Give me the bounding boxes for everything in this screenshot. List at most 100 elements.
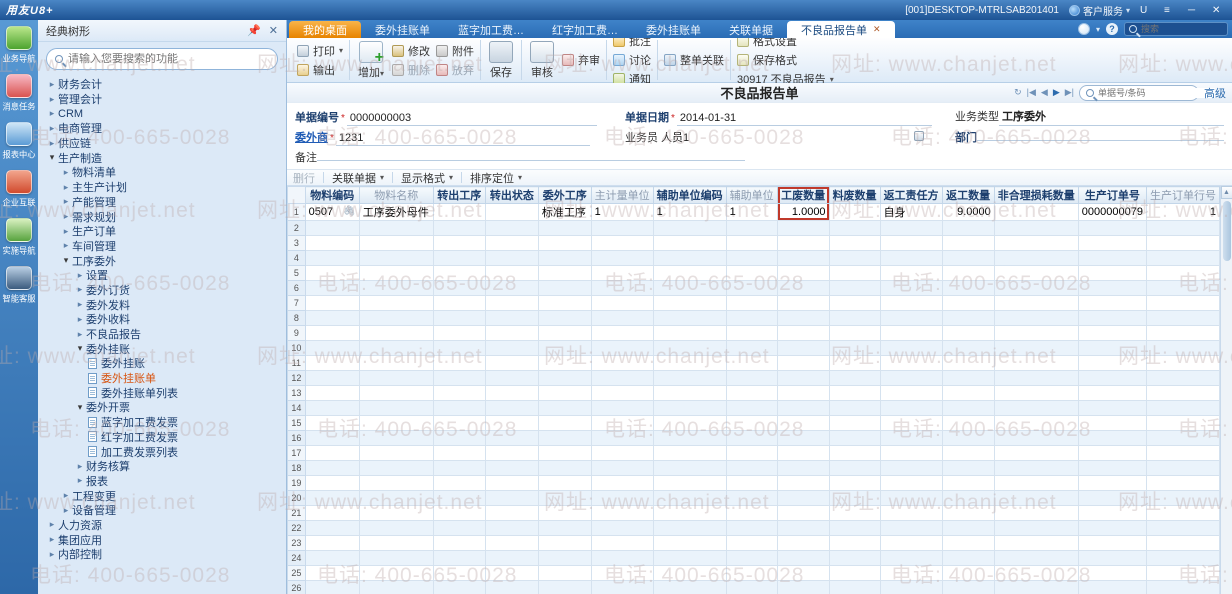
grid-cell[interactable]: 0000000079 bbox=[1077, 203, 1147, 221]
grid-cell[interactable] bbox=[652, 340, 727, 356]
table-row[interactable]: 13 bbox=[287, 385, 1220, 401]
grid-cell[interactable] bbox=[484, 310, 539, 326]
grid-cell[interactable] bbox=[941, 520, 995, 536]
scrollbar-thumb[interactable] bbox=[1222, 201, 1231, 261]
grid-cell[interactable] bbox=[484, 475, 539, 491]
modify-button[interactable]: 修改 bbox=[392, 43, 430, 59]
table-row[interactable]: 1 0507 🖇 工序委外母件 标准工序 1 1 1 1.0000 自身 9.0000 0000000… bbox=[287, 203, 1220, 221]
grid-cell[interactable] bbox=[358, 325, 434, 341]
grid-cell[interactable] bbox=[776, 535, 830, 551]
grid-cell[interactable] bbox=[941, 580, 995, 594]
grid-cell[interactable] bbox=[725, 370, 778, 386]
grid-cell[interactable] bbox=[725, 235, 778, 251]
grid-cell[interactable] bbox=[993, 340, 1079, 356]
grid-cell[interactable] bbox=[484, 550, 539, 566]
grid-cell[interactable] bbox=[776, 415, 830, 431]
chevron-right-icon[interactable]: ▸ bbox=[74, 299, 86, 310]
grid-cell[interactable] bbox=[941, 550, 995, 566]
grid-cell[interactable]: 0507 🖇 bbox=[304, 203, 360, 221]
chevron-right-icon[interactable]: ▸ bbox=[46, 549, 58, 560]
grid-cell[interactable] bbox=[941, 355, 995, 371]
table-row[interactable]: 24 bbox=[287, 550, 1220, 566]
grid-cell[interactable] bbox=[776, 250, 830, 266]
smiley-icon[interactable] bbox=[1077, 23, 1090, 35]
tree-item[interactable]: ▸ 车间管理 bbox=[46, 239, 286, 254]
grid-cell[interactable] bbox=[993, 430, 1079, 446]
grid-cell[interactable] bbox=[776, 280, 830, 296]
grid-cell[interactable] bbox=[652, 370, 727, 386]
grid-cell[interactable] bbox=[828, 460, 881, 476]
chevron-right-icon[interactable]: ▸ bbox=[60, 196, 72, 207]
tree-item[interactable]: ▾ 委外挂账 bbox=[46, 341, 286, 356]
grid-cell[interactable] bbox=[776, 505, 830, 521]
grid-cell[interactable] bbox=[776, 265, 830, 281]
grid-cell[interactable] bbox=[590, 445, 654, 461]
grid-cell[interactable] bbox=[941, 475, 995, 491]
chevron-right-icon[interactable]: ▸ bbox=[60, 226, 72, 237]
grid-cell[interactable] bbox=[358, 475, 434, 491]
grid-cell[interactable] bbox=[358, 235, 434, 251]
grid-cell[interactable] bbox=[776, 580, 830, 594]
grid-cell[interactable] bbox=[1077, 220, 1147, 236]
grid-cell[interactable] bbox=[484, 355, 539, 371]
barcode-search-input[interactable] bbox=[1098, 87, 1215, 98]
grid-cell[interactable] bbox=[725, 250, 778, 266]
grid-cell[interactable] bbox=[432, 355, 486, 371]
tree-item[interactable]: ▸ 人力资源 bbox=[46, 518, 286, 533]
grid-cell[interactable] bbox=[828, 415, 881, 431]
grid-cell[interactable] bbox=[304, 520, 360, 536]
grid-cell[interactable] bbox=[358, 535, 434, 551]
grid-cell[interactable] bbox=[484, 325, 539, 341]
u-center-icon[interactable]: U bbox=[1140, 5, 1154, 16]
barcode-search[interactable] bbox=[1079, 84, 1215, 101]
grid-cell[interactable] bbox=[941, 370, 995, 386]
table-row[interactable]: 26 bbox=[287, 580, 1220, 594]
grid-cell[interactable] bbox=[484, 505, 539, 521]
grid-cell[interactable] bbox=[879, 565, 943, 581]
grid-cell[interactable] bbox=[776, 475, 830, 491]
grid-cell[interactable] bbox=[432, 475, 486, 491]
grid-cell[interactable]: 9.0000 bbox=[941, 203, 995, 221]
grid-cell[interactable] bbox=[725, 430, 778, 446]
column-header[interactable]: 转出状态 bbox=[484, 186, 539, 204]
tree-item[interactable]: ▸ 委外收料 bbox=[46, 312, 286, 327]
grid-cell[interactable] bbox=[879, 310, 943, 326]
grid-cell[interactable] bbox=[1145, 565, 1220, 581]
grid-cell[interactable]: 工序委外母件 bbox=[358, 203, 434, 221]
tree-item[interactable]: ▸ 财务核算 bbox=[46, 459, 286, 474]
chevron-right-icon[interactable]: ▸ bbox=[74, 284, 86, 295]
grid-cell[interactable] bbox=[993, 203, 1079, 221]
grid-cell[interactable] bbox=[484, 370, 539, 386]
grid-cell[interactable] bbox=[828, 325, 881, 341]
grid-cell[interactable] bbox=[1145, 385, 1220, 401]
grid-cell[interactable] bbox=[652, 310, 727, 326]
grid-cell[interactable] bbox=[879, 520, 943, 536]
grid-cell[interactable] bbox=[432, 520, 486, 536]
grid-cell[interactable] bbox=[652, 490, 727, 506]
grid-cell[interactable] bbox=[1077, 490, 1147, 506]
grid-cell[interactable] bbox=[725, 520, 778, 536]
grid-cell[interactable] bbox=[941, 265, 995, 281]
related-docs-button[interactable]: 关联单据 ▾ bbox=[332, 170, 384, 186]
grid-cell[interactable] bbox=[537, 445, 592, 461]
column-header[interactable]: 转出工序 bbox=[432, 186, 486, 204]
grid-cell[interactable] bbox=[776, 430, 830, 446]
save-format-button[interactable]: 保存格式 bbox=[737, 52, 834, 68]
grid-cell[interactable] bbox=[432, 250, 486, 266]
grid-cell[interactable] bbox=[828, 235, 881, 251]
grid-cell[interactable] bbox=[590, 385, 654, 401]
grid-cell[interactable] bbox=[652, 535, 727, 551]
grid-cell[interactable] bbox=[537, 250, 592, 266]
grid-cell[interactable] bbox=[484, 565, 539, 581]
tree-item[interactable]: ▾ 委外开票 bbox=[46, 400, 286, 415]
grid-cell[interactable] bbox=[652, 265, 727, 281]
grid-cell[interactable] bbox=[304, 565, 360, 581]
sidebar-search[interactable] bbox=[46, 48, 278, 70]
grid-cell[interactable] bbox=[725, 415, 778, 431]
grid-cell[interactable] bbox=[537, 415, 592, 431]
grid-cell[interactable] bbox=[484, 535, 539, 551]
grid-cell[interactable]: 自身 bbox=[879, 203, 943, 221]
memo-field[interactable] bbox=[317, 159, 745, 161]
tab[interactable]: 蓝字加工费… bbox=[444, 21, 538, 38]
tree-item[interactable]: ▸ 主生产计划 bbox=[46, 180, 286, 195]
